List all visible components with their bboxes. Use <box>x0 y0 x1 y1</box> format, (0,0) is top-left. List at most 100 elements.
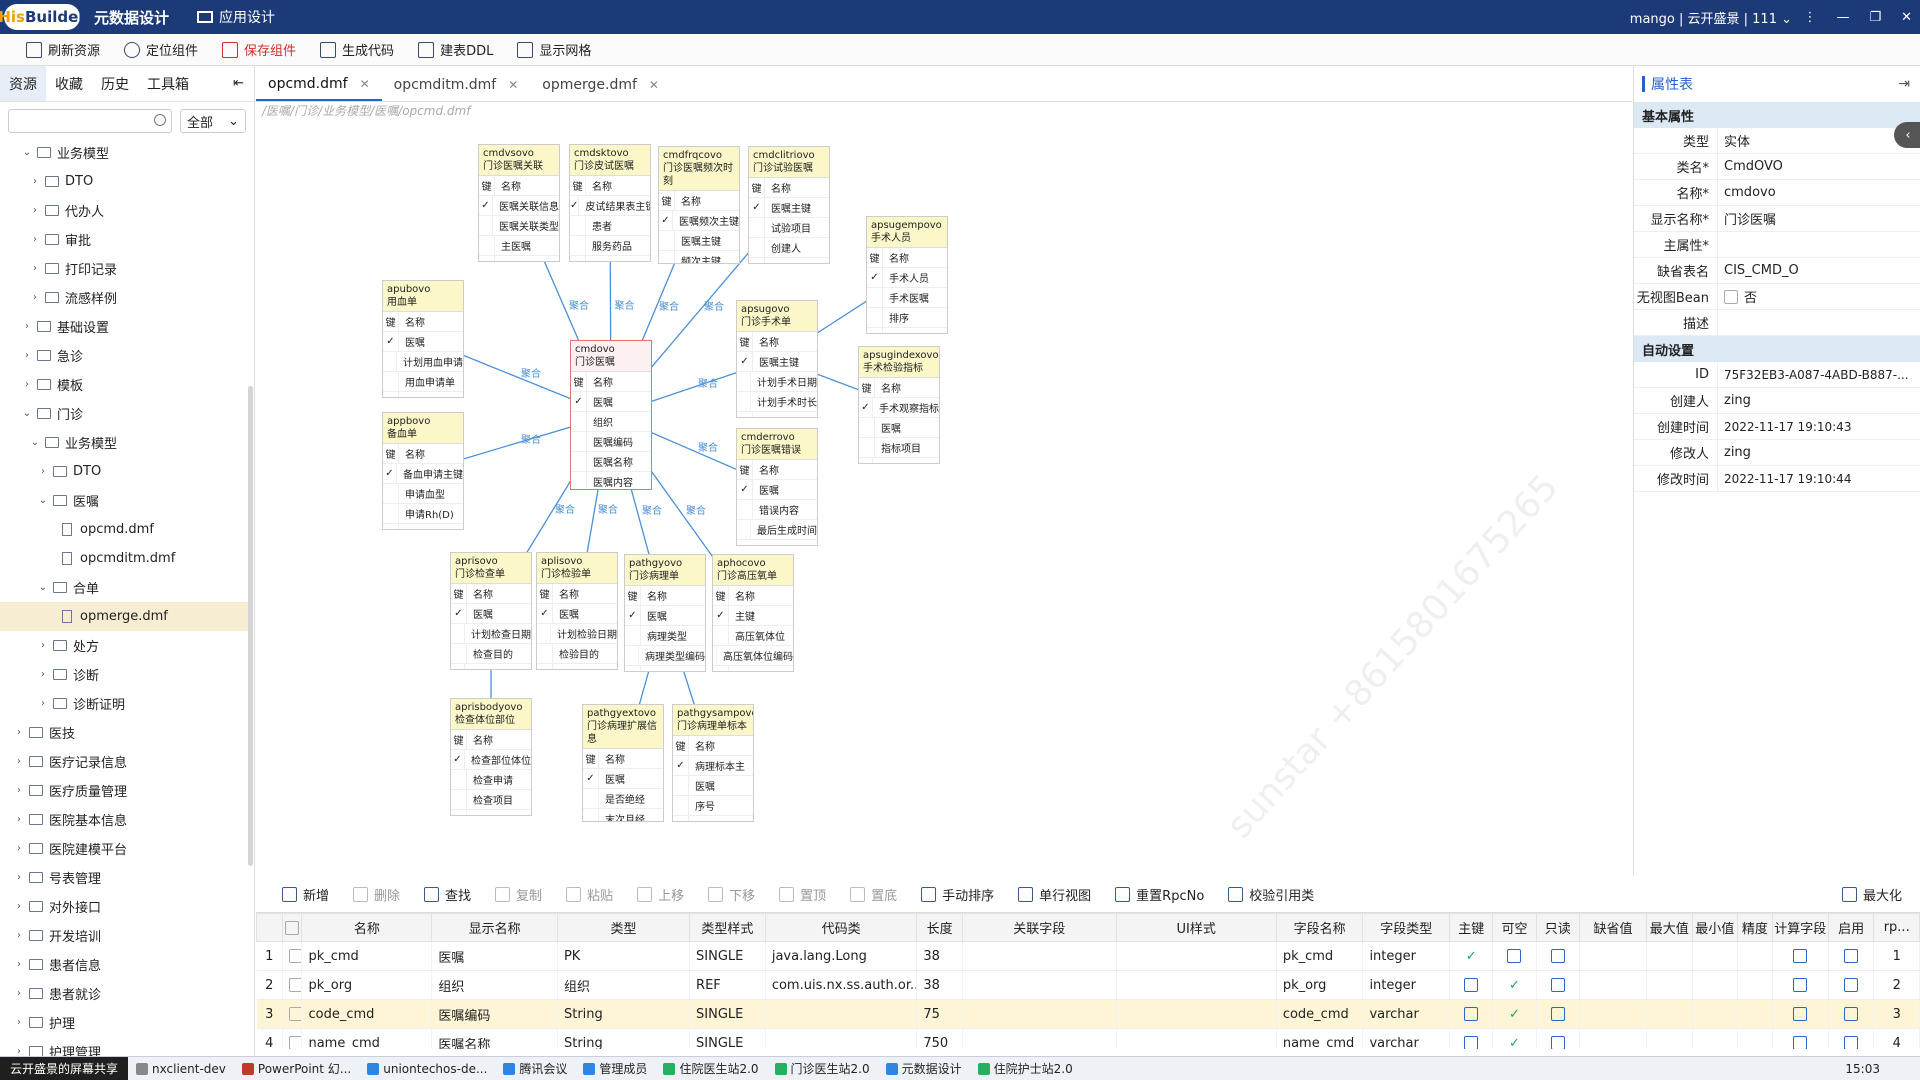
checkbox[interactable] <box>1550 978 1565 992</box>
panel-splitter[interactable] <box>256 870 1632 876</box>
cell-pk[interactable] <box>1449 1028 1494 1049</box>
row-select[interactable] <box>282 1028 303 1049</box>
tree-folder-item[interactable]: › 患者信息 <box>0 950 250 979</box>
more-icon[interactable]: ⋮ <box>1803 10 1816 25</box>
entity-pathgyextovo[interactable]: pathgyextovo门诊病理扩展信息键名称✓医嘱是否绝经末次月经胎次 <box>582 704 664 822</box>
property-value[interactable]: 2022-11-17 19:10:43 <box>1718 420 1920 434</box>
tree-folder-item[interactable]: › 医院建模平台 <box>0 834 250 863</box>
cell-readonly[interactable] <box>1536 970 1580 1000</box>
cell-field[interactable]: pk_org <box>1276 970 1364 1000</box>
property-value[interactable]: zing <box>1718 445 1920 460</box>
table-row[interactable]: 4 name_cmd 医嘱名称 String SINGLE 750 name_cmd varc… <box>256 1028 1920 1049</box>
property-value[interactable]: 2022-11-17 19:10:44 <box>1718 472 1920 486</box>
cell-name[interactable]: pk_cmd <box>301 941 433 971</box>
tree-folder-item[interactable]: › 诊断证明 <box>0 689 250 718</box>
property-row[interactable]: 名称* cmdovo <box>1634 180 1920 206</box>
cell-len[interactable]: 38 <box>916 941 963 971</box>
collapse-right-button[interactable]: ‹ <box>1894 122 1920 148</box>
row-checkbox[interactable] <box>288 1036 301 1049</box>
cell-style[interactable]: SINGLE <box>689 999 766 1029</box>
cell-type[interactable]: PK <box>557 941 691 971</box>
entity-attribute-row[interactable]: ✓ 病理标本主 <box>673 756 753 776</box>
cell-computed[interactable] <box>1772 999 1829 1029</box>
chevron-right-icon[interactable]: › <box>28 292 42 303</box>
taskbar-app[interactable]: nxclient-dev <box>128 1062 234 1076</box>
taskbar-app[interactable]: uniontechos-de... <box>359 1062 495 1076</box>
entity-apubovo[interactable]: apubovo用血单键名称✓医嘱计划用血申请用血申请单实施单 <box>382 280 464 398</box>
cell-name[interactable]: pk_org <box>301 970 433 1000</box>
taskbar-app[interactable]: 腾讯会议 <box>495 1060 575 1077</box>
entity-aprisovo[interactable]: aprisovo门诊检查单键名称✓医嘱计划检查日期检查目的检查目的描述 <box>450 552 532 670</box>
checkbox[interactable] <box>1550 949 1565 963</box>
entity-attribute-row[interactable]: 错误内容 <box>737 500 817 520</box>
entity-attribute-row[interactable]: 医嘱项目 <box>479 256 559 261</box>
entity-attribute-row[interactable]: 主医嘱 <box>479 236 559 256</box>
tree-folder-item[interactable]: ⌄ 合单 <box>0 573 250 602</box>
chevron-right-icon[interactable]: › <box>12 930 26 941</box>
entity-attribute-row[interactable]: 医嘱名称 <box>571 452 651 472</box>
chevron-right-icon[interactable]: › <box>36 698 50 709</box>
entity-cmdfrqcovo[interactable]: cmdfrqcovo门诊医嘱频次时刻键名称✓医嘱频次主键医嘱主键频次主键频次时刻… <box>658 146 740 264</box>
property-value[interactable]: CmdOVO <box>1718 159 1920 174</box>
cell-ui-style[interactable] <box>1116 970 1277 1000</box>
er-diagram-canvas[interactable]: 聚合 聚合 聚合 聚合 聚合 聚合 聚合 聚合 聚合 聚合 聚合 聚合 sunstar +861580… <box>256 116 1632 870</box>
entity-aphocovo[interactable]: aphocovo门诊高压氧单键名称✓主键高压氧体位高压氧体位编码目的标识 <box>712 554 794 672</box>
entity-pathgyovo[interactable]: pathgyovo门诊病理单键名称✓医嘱病理类型病理类型编码标本类型 <box>624 554 706 672</box>
entity-attribute-row[interactable]: 人员 <box>867 328 947 333</box>
grid-tool-button[interactable]: 粘贴 <box>554 885 625 904</box>
entity-attribute-row[interactable]: 计划检查日期 <box>451 624 531 644</box>
taskbar-app[interactable]: 元数据设计 <box>878 1060 970 1077</box>
row-checkbox[interactable] <box>288 949 301 963</box>
cell-type[interactable]: String <box>557 999 691 1029</box>
tree-file-item[interactable]: opmerge.dmf <box>0 602 250 631</box>
entity-attribute-row[interactable]: 医嘱 <box>673 776 753 796</box>
cell-display[interactable]: 医嘱 <box>431 941 558 971</box>
cell-min[interactable] <box>1692 941 1739 971</box>
tab-favorites[interactable]: 收藏 <box>46 66 92 101</box>
entity-attribute-row[interactable]: 检查项目 <box>451 790 531 810</box>
property-value[interactable]: 否 <box>1718 287 1920 306</box>
chevron-right-icon[interactable]: › <box>36 466 50 477</box>
chevron-right-icon[interactable]: › <box>20 379 34 390</box>
left-scrollbar[interactable] <box>248 386 253 866</box>
chevron-right-icon[interactable]: › <box>12 988 26 999</box>
cell-enabled[interactable] <box>1828 970 1875 1000</box>
grid-tool-button[interactable]: 新增 <box>270 885 341 904</box>
chevron-right-icon[interactable]: › <box>12 785 26 796</box>
checkbox[interactable] <box>1793 1007 1808 1021</box>
column-header[interactable]: 精度 <box>1737 913 1773 942</box>
column-header[interactable]: 显示名称 <box>431 913 558 942</box>
cell-rpc[interactable]: 4 <box>1873 1028 1920 1049</box>
close-icon[interactable]: ✕ <box>360 77 370 91</box>
entity-attribute-row[interactable]: 用血申请单 <box>383 372 463 392</box>
column-header[interactable]: 字段类型 <box>1362 913 1451 942</box>
entity-apsugempovo[interactable]: apsugempovo手术人员键名称✓手术人员手术医嘱排序人员 <box>866 216 948 334</box>
column-header[interactable]: UI样式 <box>1115 913 1277 942</box>
property-value[interactable]: cmdovo <box>1718 185 1920 200</box>
entity-attribute-row[interactable]: ✓ 医嘱频次主键 <box>659 211 739 231</box>
row-select[interactable] <box>282 970 303 1000</box>
entity-attribute-row[interactable]: 试验项目 <box>749 218 829 238</box>
entity-attribute-row[interactable]: 指标项目名称 <box>859 458 939 463</box>
chevron-right-icon[interactable]: › <box>28 205 42 216</box>
column-header[interactable]: 启用 <box>1827 913 1875 942</box>
cell-code[interactable] <box>765 999 918 1029</box>
entity-attribute-row[interactable]: 病理标本 <box>673 816 753 821</box>
cell-ftype[interactable]: varchar <box>1362 1028 1451 1049</box>
tab-resources[interactable]: 资源 <box>0 66 46 101</box>
tree-folder-item[interactable]: › 对外接口 <box>0 892 250 921</box>
tree-folder-item[interactable]: › 医院基本信息 <box>0 805 250 834</box>
cell-rpc[interactable]: 2 <box>1873 970 1920 1000</box>
taskbar-app[interactable]: 管理成员 <box>575 1060 655 1077</box>
chevron-right-icon[interactable]: › <box>12 959 26 970</box>
cell-ui-style[interactable] <box>1116 999 1277 1029</box>
tree-folder-item[interactable]: ⌄ 业务模型 <box>0 138 250 167</box>
entity-attribute-row[interactable]: ✓ 医嘱 <box>537 604 617 624</box>
cell-min[interactable] <box>1692 1028 1739 1049</box>
chevron-down-icon[interactable]: ⌄ <box>36 495 50 506</box>
property-row[interactable]: 类名* CmdOVO <box>1634 154 1920 180</box>
checkbox[interactable] <box>1507 949 1522 963</box>
select-all-checkbox[interactable] <box>285 920 300 935</box>
cell-code[interactable]: java.lang.Long <box>765 941 918 971</box>
tree-folder-item[interactable]: › 基础设置 <box>0 312 250 341</box>
